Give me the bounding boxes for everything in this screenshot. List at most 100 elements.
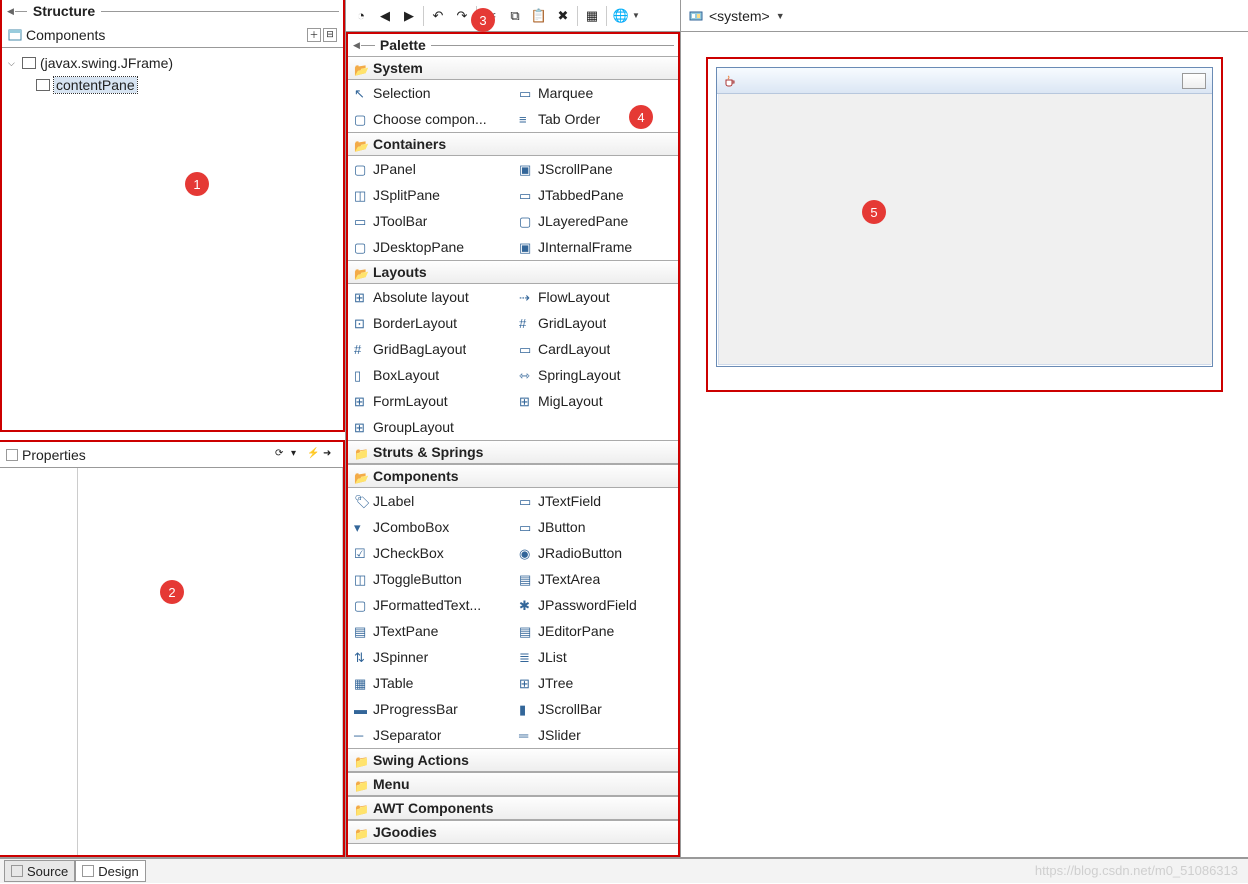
tab-icon [11, 865, 23, 877]
palette-item[interactable]: #GridBagLayout [348, 336, 513, 362]
palette-category-label: System [373, 60, 423, 76]
component-icon: ▢ [354, 112, 368, 126]
dropdown-icon[interactable]: ▼ [776, 11, 785, 21]
palette-item-label: CardLayout [538, 341, 610, 357]
palette-item[interactable]: ▮JScrollBar [513, 696, 678, 722]
palette-item[interactable]: ▤JEditorPane [513, 618, 678, 644]
undo-icon[interactable]: ↶ [427, 5, 449, 27]
palette-item[interactable]: ▤JTextArea [513, 566, 678, 592]
dropdown-icon[interactable]: ▼ [632, 11, 640, 20]
redo-icon[interactable]: ↷ [451, 5, 473, 27]
palette-category[interactable]: Menu [348, 772, 678, 796]
palette-category[interactable]: AWT Components [348, 796, 678, 820]
palette-item[interactable]: ▯BoxLayout [348, 362, 513, 388]
palette-item[interactable]: ▢Choose compon... [348, 106, 513, 132]
component-icon: ▾ [354, 520, 368, 534]
palette-item[interactable]: ≣JList [513, 644, 678, 670]
tree-node-jframe[interactable]: ⌵ (javax.swing.JFrame) [8, 52, 337, 74]
palette-category[interactable]: Swing Actions [348, 748, 678, 772]
palette-category[interactable]: System [348, 56, 678, 80]
design-canvas[interactable] [706, 57, 1223, 392]
palette-item[interactable]: ⇿SpringLayout [513, 362, 678, 388]
palette-item[interactable]: 🏷JLabel [348, 488, 513, 514]
palette-item-label: JTabbedPane [538, 187, 624, 203]
palette-item[interactable]: ▭CardLayout [513, 336, 678, 362]
palette-category[interactable]: Struts & Springs [348, 440, 678, 464]
palette-item[interactable]: ▬JProgressBar [348, 696, 513, 722]
system-laf-label: <system> [709, 8, 770, 24]
prop-goto-icon[interactable]: ➜ [323, 448, 337, 462]
delete-icon[interactable]: ✖ [552, 5, 574, 27]
palette-item[interactable]: ▭JTextField [513, 488, 678, 514]
tree-twisty-icon[interactable]: ⌵ [8, 58, 18, 69]
globe-icon[interactable]: 🌐 [610, 5, 632, 27]
palette-item[interactable]: ⇅JSpinner [348, 644, 513, 670]
collapse-left-icon[interactable]: ◀ [7, 6, 14, 17]
palette-category[interactable]: Containers [348, 132, 678, 156]
palette-item[interactable]: ⊞JTree [513, 670, 678, 696]
minimize-button[interactable] [1182, 73, 1206, 89]
jframe-preview[interactable] [716, 67, 1213, 367]
nav-back-icon[interactable]: ◀ [374, 5, 396, 27]
palette-item-label: Absolute layout [373, 289, 469, 305]
palette-item[interactable]: ─JSeparator [348, 722, 513, 748]
content-pane-preview[interactable] [719, 94, 1212, 364]
palette-category[interactable]: JGoodies [348, 820, 678, 844]
palette-item[interactable]: ▭JButton [513, 514, 678, 540]
copy-icon[interactable]: ⧉ [504, 5, 526, 27]
add-component-button[interactable]: ＋ [307, 28, 321, 42]
collapse-left-icon[interactable]: ◀ [353, 40, 360, 51]
components-tree[interactable]: ⌵ (javax.swing.JFrame) contentPane [2, 48, 343, 100]
palette-item[interactable]: ▤JTextPane [348, 618, 513, 644]
palette-item-label: GroupLayout [373, 419, 454, 435]
palette-item[interactable]: ▦JTable [348, 670, 513, 696]
prop-filter-icon[interactable]: ▾ [291, 448, 305, 462]
palette-item-label: JSeparator [373, 727, 441, 743]
palette-item[interactable]: ▢JDesktopPane [348, 234, 513, 260]
properties-table[interactable] [0, 468, 343, 855]
palette-item[interactable]: ▢JPanel [348, 156, 513, 182]
paste-icon[interactable]: 📋 [528, 5, 550, 27]
tab-design[interactable]: Design [75, 860, 145, 882]
palette-item[interactable]: ✱JPasswordField [513, 592, 678, 618]
tree-node-contentpane[interactable]: contentPane [8, 74, 337, 96]
component-icon: ▭ [354, 214, 368, 228]
palette-category-label: Menu [373, 776, 410, 792]
palette-item[interactable]: ═JSlider [513, 722, 678, 748]
collapse-components-button[interactable]: ⊟ [323, 28, 337, 42]
palette-item[interactable]: ▢JFormattedText... [348, 592, 513, 618]
nav-fwd-icon[interactable]: ▶ [398, 5, 420, 27]
palette-item[interactable]: ⊞GroupLayout [348, 414, 513, 440]
palette-item[interactable]: ▾JComboBox [348, 514, 513, 540]
component-icon: ▭ [519, 520, 533, 534]
palette-item[interactable]: ▢JLayeredPane [513, 208, 678, 234]
palette-item[interactable]: ▭JTabbedPane [513, 182, 678, 208]
history-icon[interactable]: ◔ [350, 5, 372, 27]
prop-events-icon[interactable]: ⚡ [307, 448, 321, 462]
palette-item[interactable]: ≡Tab Order [513, 106, 678, 132]
palette-item[interactable]: ▭Marquee [513, 80, 678, 106]
palette-item[interactable]: ◫JToggleButton [348, 566, 513, 592]
palette-item[interactable]: ◉JRadioButton [513, 540, 678, 566]
component-icon: ≡ [519, 112, 533, 126]
palette-item[interactable]: ☑JCheckBox [348, 540, 513, 566]
component-icon: ▢ [354, 240, 368, 254]
palette-item[interactable]: ⊡BorderLayout [348, 310, 513, 336]
palette-item[interactable]: ▣JInternalFrame [513, 234, 678, 260]
palette-item[interactable]: ⊞FormLayout [348, 388, 513, 414]
layout-icon[interactable]: ▦ [581, 5, 603, 27]
palette-category[interactable]: Components [348, 464, 678, 488]
palette-item[interactable]: ⇢FlowLayout [513, 284, 678, 310]
component-icon: ▤ [519, 572, 533, 586]
component-icon: ⇢ [519, 290, 533, 304]
tab-source[interactable]: Source [4, 860, 75, 882]
palette-category[interactable]: Layouts [348, 260, 678, 284]
prop-restore-icon[interactable]: ⟳ [275, 448, 289, 462]
palette-item[interactable]: ⊞Absolute layout [348, 284, 513, 310]
palette-item[interactable]: ▭JToolBar [348, 208, 513, 234]
palette-item[interactable]: ▣JScrollPane [513, 156, 678, 182]
palette-item[interactable]: ↖Selection [348, 80, 513, 106]
palette-item[interactable]: ◫JSplitPane [348, 182, 513, 208]
palette-item[interactable]: ⊞MigLayout [513, 388, 678, 414]
palette-item[interactable]: #GridLayout [513, 310, 678, 336]
